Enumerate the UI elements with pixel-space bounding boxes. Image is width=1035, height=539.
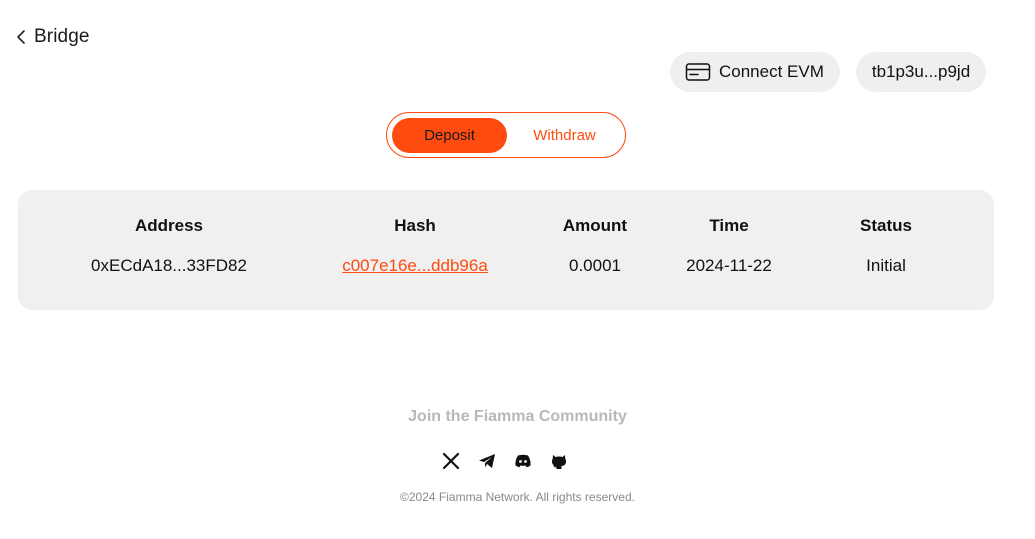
social-links bbox=[442, 452, 568, 470]
chevron-left-icon bbox=[17, 30, 25, 44]
tab-deposit[interactable]: Deposit bbox=[392, 118, 507, 153]
github-icon bbox=[551, 455, 567, 469]
column-header-address: Address bbox=[134, 216, 204, 235]
wallet-address-button[interactable]: tb1p3u...p9jd bbox=[856, 52, 986, 92]
row-amount: 0.0001 bbox=[569, 256, 621, 275]
page-title: Bridge bbox=[34, 26, 90, 47]
column-header-amount: Amount bbox=[562, 216, 628, 235]
deposit-withdraw-toggle: Deposit Withdraw bbox=[386, 112, 626, 158]
github-link[interactable] bbox=[550, 452, 568, 470]
column-header-status: Status bbox=[860, 216, 912, 235]
wallet-address: tb1p3u...p9jd bbox=[871, 62, 971, 81]
back-button[interactable]: Bridge bbox=[14, 26, 90, 48]
telegram-link[interactable] bbox=[478, 452, 496, 470]
discord-link[interactable] bbox=[514, 452, 532, 470]
connect-evm-button[interactable]: Connect EVM bbox=[670, 52, 840, 92]
x-link[interactable] bbox=[442, 452, 460, 470]
row-address: 0xECdA18...33FD82 bbox=[91, 256, 247, 275]
column-header-time: Time bbox=[709, 216, 749, 235]
discord-icon bbox=[515, 454, 531, 468]
column-header-hash: Hash bbox=[394, 216, 436, 235]
x-icon bbox=[442, 452, 460, 470]
transactions-table: Address Hash Amount Time Status 0xECdA18… bbox=[18, 190, 994, 310]
community-title: Join the Fiamma Community bbox=[408, 408, 627, 425]
wallet-card-icon bbox=[685, 63, 711, 81]
tab-withdraw[interactable]: Withdraw bbox=[507, 118, 622, 153]
connect-evm-label: Connect EVM bbox=[719, 62, 824, 81]
row-time: 2024-11-22 bbox=[686, 256, 772, 275]
row-status: Initial bbox=[866, 256, 906, 275]
telegram-icon bbox=[479, 454, 495, 468]
row-hash-link[interactable]: c007e16e...ddb96a bbox=[342, 256, 488, 276]
copyright-text: ©2024 Fiamma Network. All rights reserve… bbox=[400, 490, 635, 504]
